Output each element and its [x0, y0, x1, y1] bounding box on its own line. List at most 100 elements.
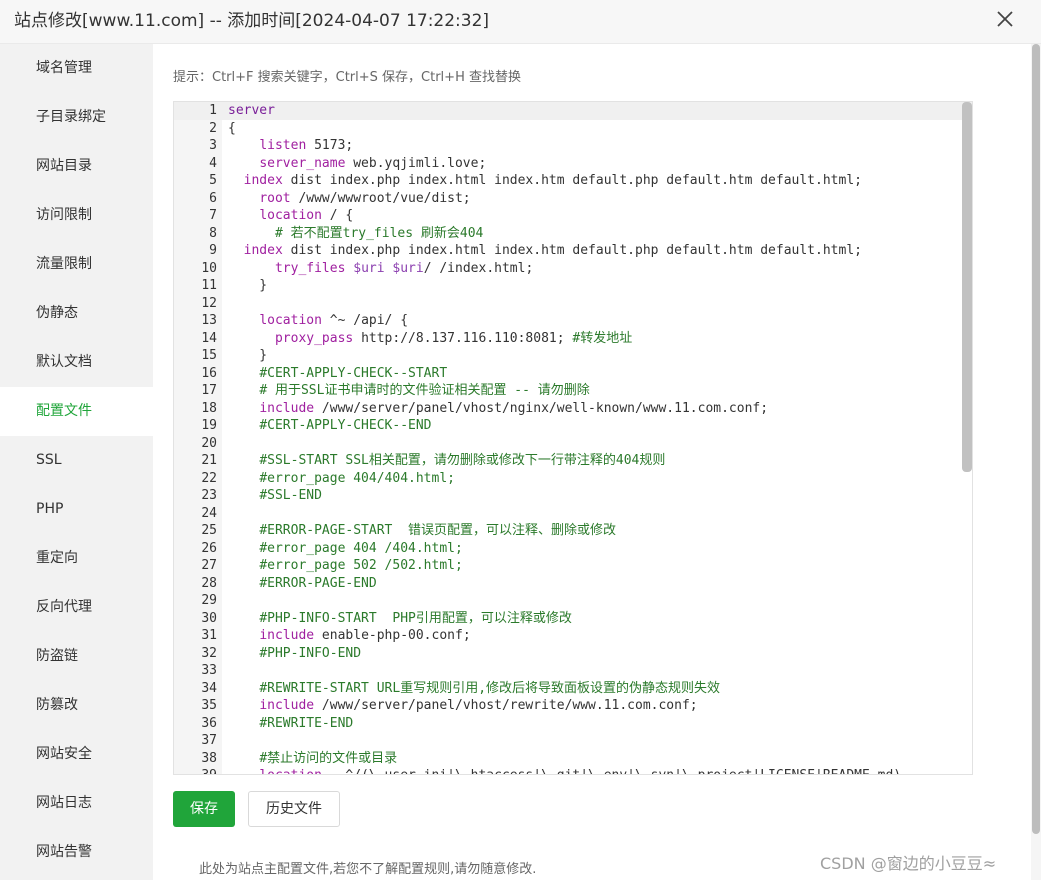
- code-line[interactable]: 6 root /www/wwwroot/vue/dist;: [174, 190, 964, 208]
- sidebar-item-config-file[interactable]: 配置文件: [0, 387, 153, 436]
- code-line[interactable]: 9 index dist index.php index.html index.…: [174, 242, 964, 260]
- code-text: #ERROR-PAGE-START 错误页配置，可以注释、删除或修改: [259, 523, 617, 538]
- line-number: 8: [209, 225, 217, 241]
- editor-scrollbar[interactable]: [962, 102, 972, 472]
- line-number: 20: [201, 435, 217, 451]
- history-file-button[interactable]: 历史文件: [248, 791, 340, 827]
- code-text: #CERT-APPLY-CHECK--END: [259, 418, 432, 433]
- code-text: {: [228, 120, 236, 136]
- code-line[interactable]: 24: [174, 505, 964, 523]
- line-number: 36: [201, 715, 217, 731]
- code-text: server: [228, 103, 275, 118]
- code-line[interactable]: 7 location / {: [174, 207, 964, 225]
- code-text: # 若不配置try_files 刷新会404: [274, 225, 484, 241]
- sidebar-item-domain[interactable]: 域名管理: [0, 44, 153, 93]
- code-text: #SSL-END: [259, 488, 322, 503]
- line-number: 25: [201, 523, 217, 538]
- code-line[interactable]: 23 #SSL-END: [174, 487, 964, 505]
- line-number: 9: [209, 243, 217, 258]
- code-line[interactable]: 29: [174, 592, 964, 610]
- code-line[interactable]: 2{: [174, 120, 964, 138]
- code-text: #error_page 404/404.html;: [259, 470, 455, 486]
- dialog-scrollbar[interactable]: [1032, 44, 1040, 834]
- code-line[interactable]: 17 # 用于SSL证书申请时的文件验证相关配置 -- 请勿删除: [174, 382, 964, 400]
- sidebar-item-ssl[interactable]: SSL: [0, 436, 153, 485]
- code-line[interactable]: 10 try_files $uri $uri/ /index.html;: [174, 260, 964, 278]
- sidebar-item-site-dir[interactable]: 网站目录: [0, 142, 153, 191]
- code-line[interactable]: 36 #REWRITE-END: [174, 715, 964, 733]
- code-line[interactable]: 27 #error_page 502 /502.html;: [174, 557, 964, 575]
- code-line[interactable]: 8 # 若不配置try_files 刷新会404: [174, 225, 964, 243]
- code-line[interactable]: 39 location ~ ^/(\.user.ini|\.htaccess|\…: [174, 767, 964, 774]
- code-text: }: [228, 348, 268, 363]
- code-line[interactable]: 28 #ERROR-PAGE-END: [174, 575, 964, 593]
- code-text: root /www/wwwroot/vue/dist;: [259, 190, 471, 206]
- code-line[interactable]: 18 include /www/server/panel/vhost/nginx…: [174, 400, 964, 418]
- code-text: include /www/server/panel/vhost/nginx/we…: [259, 400, 769, 416]
- code-line[interactable]: 25 #ERROR-PAGE-START 错误页配置，可以注释、删除或修改: [174, 522, 964, 540]
- sidebar-item-rewrite[interactable]: 伪静态: [0, 289, 153, 338]
- code-line[interactable]: 34 #REWRITE-START URL重写规则引用,修改后将导致面板设置的伪…: [174, 680, 964, 698]
- code-text: }: [228, 278, 268, 293]
- sidebar-item-hotlink[interactable]: 防盗链: [0, 632, 153, 681]
- code-text: server_name web.yqjimli.love;: [259, 155, 487, 171]
- code-line[interactable]: 33: [174, 662, 964, 680]
- sidebar-item-redirect[interactable]: 重定向: [0, 534, 153, 583]
- sidebar-item-traffic-limit[interactable]: 流量限制: [0, 240, 153, 289]
- sidebar-item-subdir[interactable]: 子目录绑定: [0, 93, 153, 142]
- code-line[interactable]: 1 server: [174, 102, 964, 120]
- code-line[interactable]: 37: [174, 732, 964, 750]
- code-line[interactable]: 4 server_name web.yqjimli.love;: [174, 155, 964, 173]
- line-number: 12: [201, 295, 217, 311]
- code-line[interactable]: 20: [174, 435, 964, 453]
- code-line[interactable]: 30 #PHP-INFO-START PHP引用配置，可以注释或修改: [174, 610, 964, 628]
- sidebar-item-php[interactable]: PHP: [0, 485, 153, 534]
- close-icon[interactable]: [990, 4, 1020, 34]
- code-editor[interactable]: 1 server 2{3 listen 5173; 4 server_name web…: [173, 101, 973, 775]
- code-text: #REWRITE-START URL重写规则引用,修改后将导致面板设置的伪静态规…: [259, 680, 721, 696]
- line-number: 1: [209, 103, 217, 118]
- code-text: #error_page 404 /404.html;: [259, 540, 463, 556]
- code-text: #CERT-APPLY-CHECK--START: [259, 365, 448, 381]
- line-number: 35: [201, 698, 217, 713]
- line-number: 14: [201, 330, 217, 346]
- code-line[interactable]: 26 #error_page 404 /404.html;: [174, 540, 964, 558]
- code-line[interactable]: 21 #SSL-START SSL相关配置，请勿删除或修改下一行带注释的404规…: [174, 452, 964, 470]
- code-line[interactable]: 22 #error_page 404/404.html;: [174, 470, 964, 488]
- code-text: #REWRITE-END: [259, 715, 354, 731]
- code-line[interactable]: 11 }: [174, 277, 964, 295]
- sidebar-item-tamper-proof[interactable]: 防篡改: [0, 681, 153, 730]
- dialog-title: 站点修改[www.11.com] -- 添加时间[2024-04-07 17:2…: [14, 11, 490, 31]
- code-line[interactable]: 12: [174, 295, 964, 313]
- code-line[interactable]: 31 include enable-php-00.conf;: [174, 627, 964, 645]
- sidebar-item-reverse-proxy[interactable]: 反向代理: [0, 583, 153, 632]
- code-line[interactable]: 13 location ^~ /api/ {: [174, 312, 964, 330]
- code-line[interactable]: 14 proxy_pass http://8.137.116.110:8081;…: [174, 330, 964, 348]
- line-number: 11: [201, 278, 217, 293]
- line-number: 15: [201, 348, 217, 363]
- code-text: location ^~ /api/ {: [259, 313, 409, 328]
- line-number: 29: [201, 593, 217, 608]
- line-number: 5: [209, 173, 217, 188]
- code-line[interactable]: 16 #CERT-APPLY-CHECK--START: [174, 365, 964, 383]
- code-text: #error_page 502 /502.html;: [259, 558, 463, 573]
- code-text: #禁止访问的文件或目录: [259, 750, 398, 766]
- sidebar-item-site-log[interactable]: 网站日志: [0, 779, 153, 828]
- sidebar-item-default-doc[interactable]: 默认文档: [0, 338, 153, 387]
- line-number: 22: [201, 470, 217, 486]
- code-line[interactable]: 5 index dist index.php index.html index.…: [174, 172, 964, 190]
- code-line[interactable]: 15 }: [174, 347, 964, 365]
- line-number: 32: [201, 645, 217, 661]
- sidebar-item-site-security[interactable]: 网站安全: [0, 730, 153, 779]
- code-line[interactable]: 35 include /www/server/panel/vhost/rewri…: [174, 697, 964, 715]
- code-text: listen 5173;: [259, 138, 354, 153]
- line-number: 23: [201, 488, 217, 503]
- code-line[interactable]: 3 listen 5173;: [174, 137, 964, 155]
- code-line[interactable]: 19 #CERT-APPLY-CHECK--END: [174, 417, 964, 435]
- code-line[interactable]: 32 #PHP-INFO-END: [174, 645, 964, 663]
- sidebar-item-access-limit[interactable]: 访问限制: [0, 191, 153, 240]
- save-button[interactable]: 保存: [173, 791, 235, 827]
- sidebar-item-site-alert[interactable]: 网站告警: [0, 828, 153, 877]
- code-line[interactable]: 38 #禁止访问的文件或目录: [174, 750, 964, 768]
- code-text: index dist index.php index.html index.ht…: [243, 173, 862, 188]
